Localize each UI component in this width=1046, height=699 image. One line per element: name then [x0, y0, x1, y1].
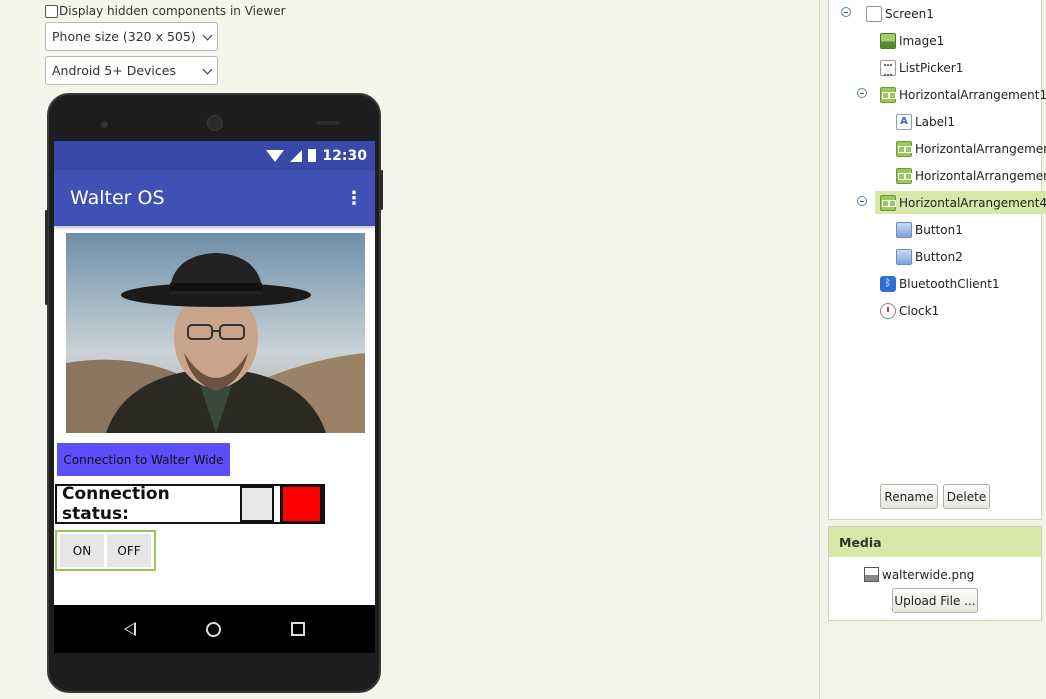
off-button[interactable]: OFF	[107, 534, 151, 567]
collapse-icon[interactable]	[841, 7, 851, 17]
upload-file-button[interactable]: Upload File ...	[892, 588, 978, 613]
phone-mockup: 12:30 Walter OS ⋮ Connection to Walter W…	[45, 93, 383, 693]
rename-button[interactable]: Rename	[880, 484, 938, 509]
image1-photo[interactable]	[66, 233, 365, 433]
device-theme-select[interactable]: Android 5+ Devices	[45, 56, 218, 85]
horizontal-arrangement-icon	[880, 194, 896, 211]
tree-item-label: Button1	[915, 222, 963, 237]
media-file-item[interactable]: walterwide.png	[864, 567, 974, 582]
status-indicator-red	[280, 484, 323, 524]
recent-apps-icon[interactable]	[291, 622, 305, 636]
tree-item-button2[interactable]: Button2	[896, 245, 963, 268]
tree-item-horizontalarrangement1[interactable]: HorizontalArrangement1	[880, 83, 1046, 106]
overflow-menu-icon[interactable]: ⋮	[345, 188, 363, 209]
hidden-components-label: Display hidden components in Viewer	[59, 4, 286, 18]
connect-walter-wide-button[interactable]: Connection to Walter Wide	[57, 443, 230, 476]
media-file-name: walterwide.png	[882, 567, 975, 582]
media-panel: Media walterwide.png Upload File ...	[828, 526, 1042, 621]
collapse-icon[interactable]	[857, 196, 867, 206]
tree-item-label: Clock1	[899, 303, 940, 318]
tree-item-label: HorizontalArrangement1	[899, 87, 1046, 102]
status-placeholder-box	[240, 486, 274, 522]
label-icon: A	[896, 113, 912, 130]
tree-item-horizontalarrangement3[interactable]: HorizontalArrangemen	[896, 164, 1046, 187]
app-bar: Walter OS ⋮	[54, 170, 375, 226]
home-icon[interactable]	[206, 621, 221, 637]
horizontal-arrangement-icon	[880, 86, 896, 103]
tree-item-horizontalarrangement4[interactable]: HorizontalArrangement4	[875, 191, 1046, 214]
image-icon	[880, 32, 896, 49]
phone-power-button	[380, 170, 383, 210]
phone-size-select[interactable]: Phone size (320 x 505)	[45, 22, 218, 51]
tree-item-label: HorizontalArrangement4	[899, 195, 1046, 210]
phone-screen: 12:30 Walter OS ⋮ Connection to Walter W…	[54, 141, 375, 605]
connection-status-arrangement: Connection status:	[55, 484, 325, 524]
android-nav-bar	[54, 605, 375, 653]
chevron-down-icon	[202, 30, 213, 41]
button-icon	[896, 248, 912, 265]
android-status-bar: 12:30	[54, 141, 375, 170]
tree-item-horizontalarrangement2[interactable]: HorizontalArrangemen	[896, 137, 1046, 160]
screen-icon	[866, 5, 882, 22]
tree-item-label: Screen1	[885, 6, 934, 21]
horizontal-arrangement-icon	[896, 140, 912, 157]
tree-item-label: HorizontalArrangemen	[915, 168, 1046, 183]
hidden-components-checkbox[interactable]: Display hidden components in Viewer	[45, 4, 286, 18]
on-off-arrangement[interactable]: ON OFF	[55, 530, 156, 571]
collapse-icon[interactable]	[857, 88, 867, 98]
wifi-icon	[266, 149, 285, 162]
delete-button[interactable]: Delete	[943, 484, 990, 509]
listpicker-icon	[880, 59, 896, 76]
phone-speaker-icon	[207, 115, 223, 131]
clock-icon	[880, 302, 896, 319]
tree-item-label1[interactable]: A Label1	[896, 110, 955, 133]
on-button[interactable]: ON	[60, 534, 104, 567]
chevron-down-icon	[202, 64, 213, 75]
tree-item-clock1[interactable]: Clock1	[880, 299, 939, 322]
status-time: 12:30	[322, 147, 367, 164]
components-panel: Screen1 Image1 ListPicker1 HorizontalArr…	[828, 0, 1046, 520]
tree-item-screen1[interactable]: Screen1	[866, 2, 934, 25]
phone-camera-icon	[101, 121, 108, 128]
checkbox-box[interactable]	[45, 4, 58, 18]
image-file-icon	[864, 567, 879, 582]
tree-item-label: ListPicker1	[899, 60, 964, 75]
horizontal-arrangement-icon	[896, 167, 912, 184]
tree-item-label: Label1	[915, 114, 956, 129]
back-icon[interactable]	[124, 622, 136, 636]
tree-item-listpicker1[interactable]: ListPicker1	[880, 56, 963, 79]
app-title: Walter OS	[70, 187, 165, 209]
battery-icon	[308, 149, 317, 162]
portrait-image	[66, 233, 365, 433]
tree-item-bluetoothclient1[interactable]: ᛒ BluetoothClient1	[880, 272, 1000, 295]
phone-sensor-icon	[317, 121, 339, 125]
phone-size-value: Phone size (320 x 505)	[52, 29, 196, 44]
connection-status-label: Connection status:	[62, 484, 170, 524]
tree-item-label: Button2	[915, 249, 963, 264]
tree-item-label: BluetoothClient1	[899, 276, 1000, 291]
media-title: Media	[829, 527, 1041, 557]
tree-item-label: HorizontalArrangemen	[915, 141, 1046, 156]
tree-item-image1[interactable]: Image1	[880, 29, 944, 52]
tree-item-label: Image1	[899, 33, 945, 48]
bluetooth-icon: ᛒ	[880, 275, 896, 292]
button-icon	[896, 221, 912, 238]
phone-volume-button	[45, 210, 48, 305]
signal-icon	[290, 149, 303, 162]
tree-item-button1[interactable]: Button1	[896, 218, 963, 241]
device-theme-value: Android 5+ Devices	[52, 63, 176, 78]
